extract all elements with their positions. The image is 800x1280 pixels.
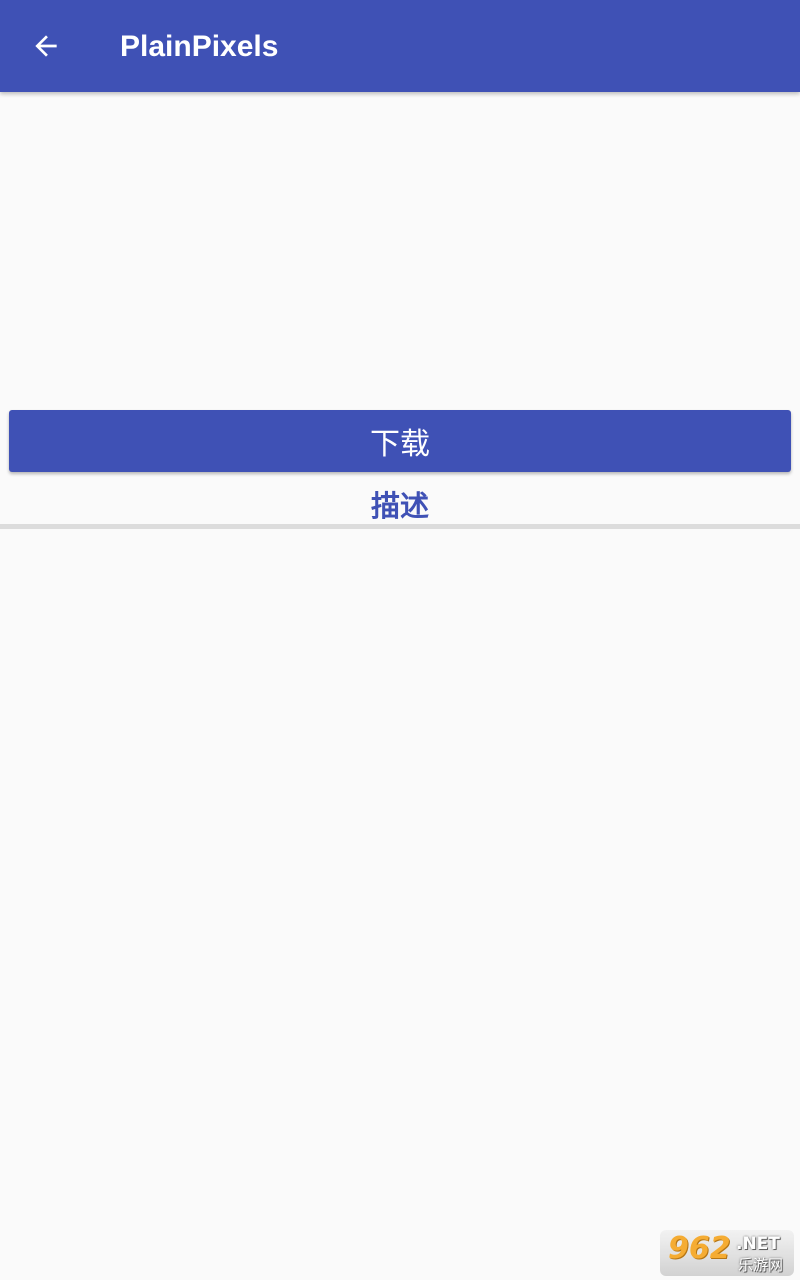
arrow-left-icon [35, 35, 57, 57]
app-bar: PlainPixels [0, 0, 800, 92]
watermark-domain: .NET [736, 1234, 780, 1254]
tab-description[interactable]: 描述 [0, 482, 800, 526]
tab-divider [0, 524, 800, 529]
watermark-site-name: 乐游网 [738, 1256, 784, 1274]
download-button[interactable]: 下载 [9, 410, 791, 472]
site-watermark-logo: 962 .NET 乐游网 [660, 1230, 794, 1276]
page-title: PlainPixels [120, 30, 279, 63]
back-button[interactable] [14, 14, 78, 78]
watermark-number: 962 [668, 1231, 731, 1266]
